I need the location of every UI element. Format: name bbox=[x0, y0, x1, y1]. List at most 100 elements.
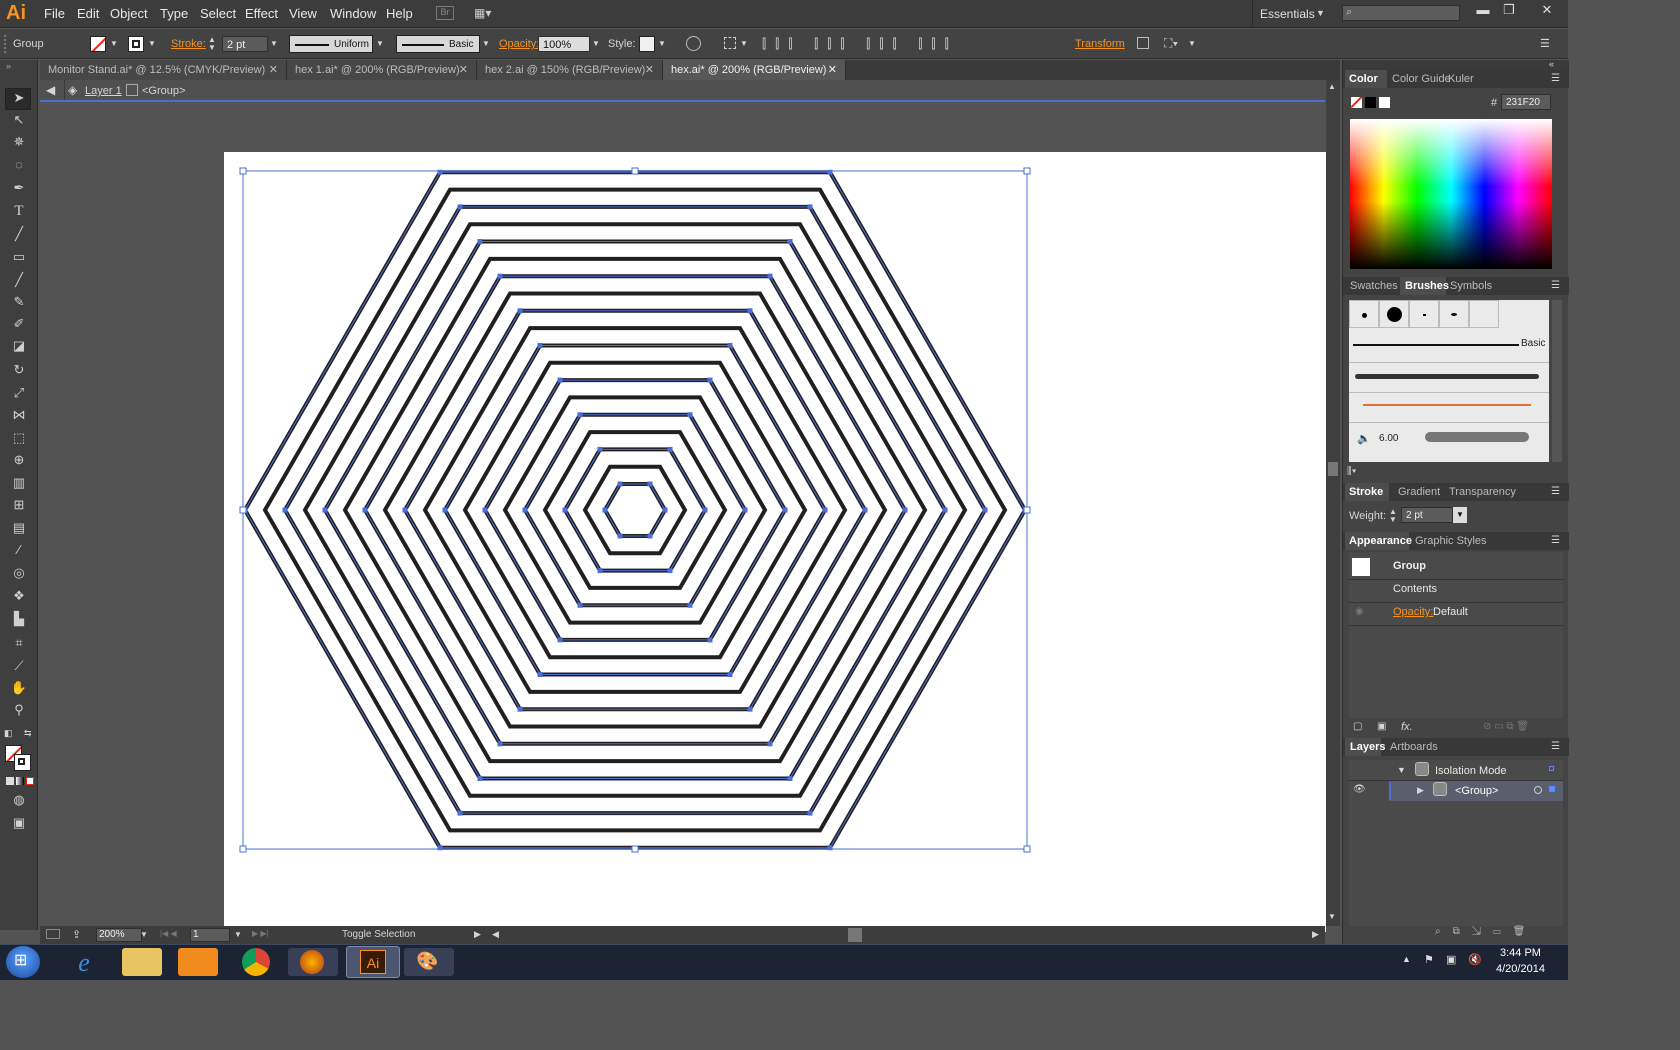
anchor-point[interactable] bbox=[942, 507, 948, 513]
collapse-icon[interactable]: « bbox=[1549, 59, 1554, 69]
first-artboard-icon[interactable]: |◀ ◀ bbox=[160, 929, 177, 938]
anchor-point[interactable] bbox=[577, 602, 583, 608]
brushes-scrollbar[interactable] bbox=[1552, 300, 1562, 462]
anchor-point[interactable] bbox=[602, 507, 608, 513]
none-swatch[interactable] bbox=[1351, 97, 1362, 108]
hexagon-path[interactable] bbox=[422, 326, 848, 694]
target-icon[interactable] bbox=[1534, 786, 1542, 794]
anchor-point[interactable] bbox=[782, 507, 788, 513]
anchor-point[interactable] bbox=[537, 672, 543, 678]
anchor-point[interactable] bbox=[862, 507, 868, 513]
hexagon-path[interactable] bbox=[602, 482, 668, 538]
layers-footer-icons[interactable]: ⌕⧉⇲▭🗑 bbox=[1435, 926, 1537, 937]
hexagon-path[interactable] bbox=[342, 256, 928, 764]
tab-transparency[interactable]: Transparency bbox=[1449, 486, 1516, 498]
fx-icon[interactable]: fx. bbox=[1401, 721, 1413, 733]
anchor-point[interactable] bbox=[457, 810, 463, 816]
brush-libraries-icon[interactable]: ⫼▾ bbox=[1347, 466, 1356, 477]
media-player-icon[interactable] bbox=[178, 948, 218, 976]
hex-field[interactable]: 231F20 bbox=[1501, 94, 1551, 110]
hexagon-path[interactable] bbox=[542, 430, 728, 590]
paint-button[interactable]: 🎨 bbox=[404, 948, 454, 976]
anchor-point[interactable] bbox=[787, 239, 793, 245]
appearance-opacity-label[interactable]: Opacity: bbox=[1393, 606, 1433, 618]
anchor-point[interactable] bbox=[497, 273, 503, 279]
disclosure-open-icon[interactable]: ▼ bbox=[1397, 765, 1406, 775]
white-swatch[interactable] bbox=[1379, 97, 1390, 108]
panel-menu-icon[interactable]: ☰ bbox=[1551, 486, 1560, 497]
selection-indicator[interactable] bbox=[1549, 766, 1554, 771]
bounding-box-handle[interactable] bbox=[1023, 167, 1031, 175]
anchor-point[interactable] bbox=[687, 602, 693, 608]
anchor-point[interactable] bbox=[442, 507, 448, 513]
network-icon[interactable]: ▣ bbox=[1446, 953, 1456, 966]
hexagon-path[interactable] bbox=[242, 170, 1028, 850]
visibility-eye-icon[interactable]: ◉ bbox=[1355, 606, 1364, 617]
bounding-box-handle[interactable] bbox=[1023, 506, 1031, 514]
tab-gradient[interactable]: Gradient bbox=[1398, 486, 1440, 498]
brush-oval[interactable] bbox=[1439, 300, 1469, 328]
anchor-point[interactable] bbox=[537, 342, 543, 348]
tab-graphic-styles[interactable]: Graphic Styles bbox=[1415, 535, 1487, 547]
charcoal-brush-stroke[interactable] bbox=[1355, 374, 1539, 379]
anchor-point[interactable] bbox=[707, 637, 713, 643]
tab-appearance[interactable]: Appearance bbox=[1349, 535, 1412, 547]
anchor-point[interactable] bbox=[597, 446, 603, 452]
bounding-box-handle[interactable] bbox=[239, 167, 247, 175]
anchor-point[interactable] bbox=[477, 775, 483, 781]
contents-label[interactable]: Contents bbox=[1393, 583, 1437, 595]
vertical-scrollbar[interactable]: ▲ ▼ bbox=[1326, 80, 1340, 926]
bounding-box-handle[interactable] bbox=[1023, 845, 1031, 853]
chrome-icon[interactable] bbox=[242, 948, 270, 976]
hexagon-path[interactable] bbox=[382, 291, 888, 729]
anchor-point[interactable] bbox=[402, 507, 408, 513]
flag-icon[interactable]: ⚑ bbox=[1424, 953, 1434, 966]
anchor-point[interactable] bbox=[687, 412, 693, 418]
anchor-point[interactable] bbox=[982, 507, 988, 513]
anchor-point[interactable] bbox=[362, 507, 368, 513]
panel-menu-icon[interactable]: ☰ bbox=[1551, 741, 1560, 752]
bristle-brush-stroke[interactable] bbox=[1425, 432, 1529, 442]
anchor-point[interactable] bbox=[787, 775, 793, 781]
bounding-box-handle[interactable] bbox=[631, 167, 639, 175]
anchor-point[interactable] bbox=[477, 239, 483, 245]
hexagon-path[interactable] bbox=[402, 308, 868, 712]
disclosure-closed-icon[interactable]: ▶ bbox=[1417, 785, 1424, 796]
add-stroke-icon[interactable]: ▢ bbox=[1353, 721, 1362, 732]
weight-field[interactable]: 2 pt bbox=[1401, 507, 1453, 523]
anchor-point[interactable] bbox=[557, 637, 563, 643]
scroll-thumb[interactable] bbox=[1328, 462, 1338, 476]
anchor-point[interactable] bbox=[822, 507, 828, 513]
tab-layers[interactable]: Layers bbox=[1350, 741, 1385, 753]
artboard-number-field[interactable]: 1 bbox=[190, 928, 230, 942]
scroll-down-icon[interactable]: ▼ bbox=[1328, 912, 1336, 921]
brush-calligraphic[interactable] bbox=[1409, 300, 1439, 328]
anchor-point[interactable] bbox=[647, 533, 653, 539]
anchor-point[interactable] bbox=[667, 568, 673, 574]
color-spectrum[interactable] bbox=[1350, 119, 1552, 269]
hexagon-path[interactable] bbox=[482, 378, 788, 642]
tab-brushes[interactable]: Brushes bbox=[1405, 280, 1449, 292]
panel-menu-icon[interactable]: ☰ bbox=[1551, 73, 1560, 84]
anchor-point[interactable] bbox=[557, 377, 563, 383]
add-fill-icon[interactable]: ▣ bbox=[1377, 721, 1386, 732]
bounding-box-handle[interactable] bbox=[239, 845, 247, 853]
stepper-icon[interactable]: ▲ ▼ bbox=[1389, 508, 1397, 524]
anchor-point[interactable] bbox=[282, 507, 288, 513]
anchor-point[interactable] bbox=[662, 507, 668, 513]
volume-icon[interactable]: 🔇 bbox=[1468, 953, 1482, 966]
artboard-nav-icon[interactable] bbox=[46, 929, 60, 939]
panel-menu-icon[interactable]: ☰ bbox=[1551, 280, 1560, 291]
chevron-down-icon[interactable]: ▼ bbox=[140, 930, 148, 939]
bounding-box-handle[interactable] bbox=[239, 506, 247, 514]
anchor-point[interactable] bbox=[562, 507, 568, 513]
anchor-point[interactable] bbox=[497, 741, 503, 747]
tab-artboards[interactable]: Artboards bbox=[1390, 741, 1438, 753]
hexagon-path[interactable] bbox=[582, 464, 688, 556]
anchor-point[interactable] bbox=[742, 507, 748, 513]
clock-date[interactable]: 4/20/2014 bbox=[1496, 963, 1545, 975]
anchor-point[interactable] bbox=[517, 308, 523, 314]
tab-stroke[interactable]: Stroke bbox=[1349, 486, 1383, 498]
anchor-point[interactable] bbox=[767, 273, 773, 279]
firefox-button[interactable] bbox=[288, 948, 338, 976]
